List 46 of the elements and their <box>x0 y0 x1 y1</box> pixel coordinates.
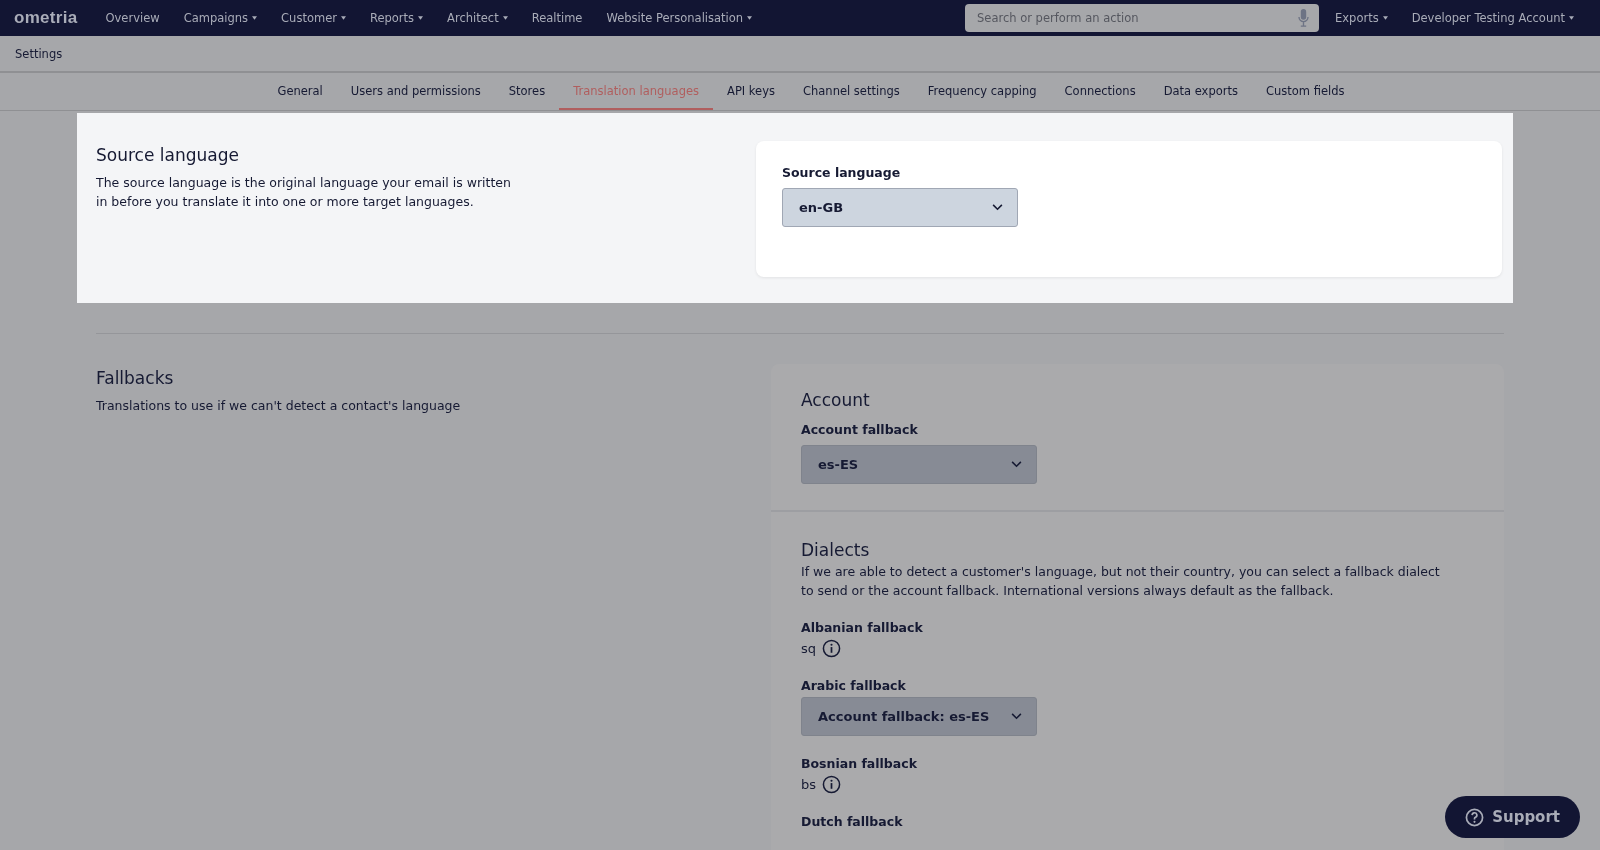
settings-tab[interactable]: Frequency capping <box>913 73 1051 110</box>
language-dropdown[interactable]: es-ES <box>801 445 1037 484</box>
field-label: Albanian fallback <box>801 620 924 635</box>
settings-tab[interactable]: API keys <box>713 73 789 110</box>
settings-tab[interactable]: Stores <box>494 73 560 110</box>
settings-tab[interactable]: Data exports <box>1149 73 1252 110</box>
nav-menu-item[interactable]: Customer <box>269 11 358 25</box>
search-field[interactable]: Search or perform an action <box>965 4 1320 32</box>
card-description: If we are able to detect a customer's language, but not their country, you can select a fallback dialect to send or the account fallback. International versions always default as the fallback. <box>801 563 1441 600</box>
section-heading: Fallbacks <box>96 368 175 388</box>
chevron-down-icon <box>992 204 1003 211</box>
nav-menu-item[interactable]: Developer Testing Account <box>1399 11 1586 25</box>
nav-menu-item[interactable]: Overview <box>93 11 172 25</box>
nav-menu-item[interactable]: Reports <box>357 11 436 25</box>
language-code: sq <box>801 641 817 656</box>
nav-menu-item[interactable]: Website Personalisation <box>594 11 765 25</box>
field-label: Source language <box>782 165 902 180</box>
support-button[interactable]: Support <box>1445 796 1580 838</box>
field-label: Account fallback <box>801 422 919 437</box>
help-icon <box>1465 807 1485 827</box>
card-heading: Account <box>801 390 871 410</box>
section-description: The source language is the original language your email is written in before you translate it into one or more target languages. <box>96 174 512 211</box>
nav-menu-item[interactable]: Realtime <box>519 11 595 25</box>
language-dropdown[interactable]: en-GB <box>782 188 1018 227</box>
info-icon[interactable] <box>822 775 842 794</box>
page-title: Settings <box>15 46 63 61</box>
settings-tab[interactable]: General <box>263 73 337 110</box>
language-dropdown[interactable]: Account fallback: es-ES <box>801 697 1037 736</box>
language-code: bs <box>801 777 817 792</box>
settings-tab[interactable]: Users and permissions <box>336 73 495 110</box>
info-icon[interactable] <box>822 639 842 658</box>
nav-menu-item[interactable]: Architect <box>435 11 520 25</box>
field-label: Bosnian fallback <box>801 756 918 771</box>
nav-menu-item[interactable]: Campaigns <box>171 11 270 25</box>
nav-menu-item[interactable]: Exports <box>1323 11 1400 25</box>
settings-tab[interactable]: Custom fields <box>1252 73 1359 110</box>
card-heading: Dialects <box>801 540 871 560</box>
settings-tab[interactable]: Connections <box>1050 73 1150 110</box>
logo[interactable]: ometria <box>14 8 78 28</box>
chevron-down-icon <box>1011 461 1022 468</box>
section-description: Translations to use if we can't detect a contact's language <box>96 397 462 415</box>
chevron-down-icon <box>1011 713 1022 720</box>
field-label: Dutch fallback <box>801 814 904 829</box>
field-label: Arabic fallback <box>801 678 907 693</box>
section-heading: Source language <box>96 145 240 165</box>
settings-tab[interactable]: Channel settings <box>789 73 914 110</box>
